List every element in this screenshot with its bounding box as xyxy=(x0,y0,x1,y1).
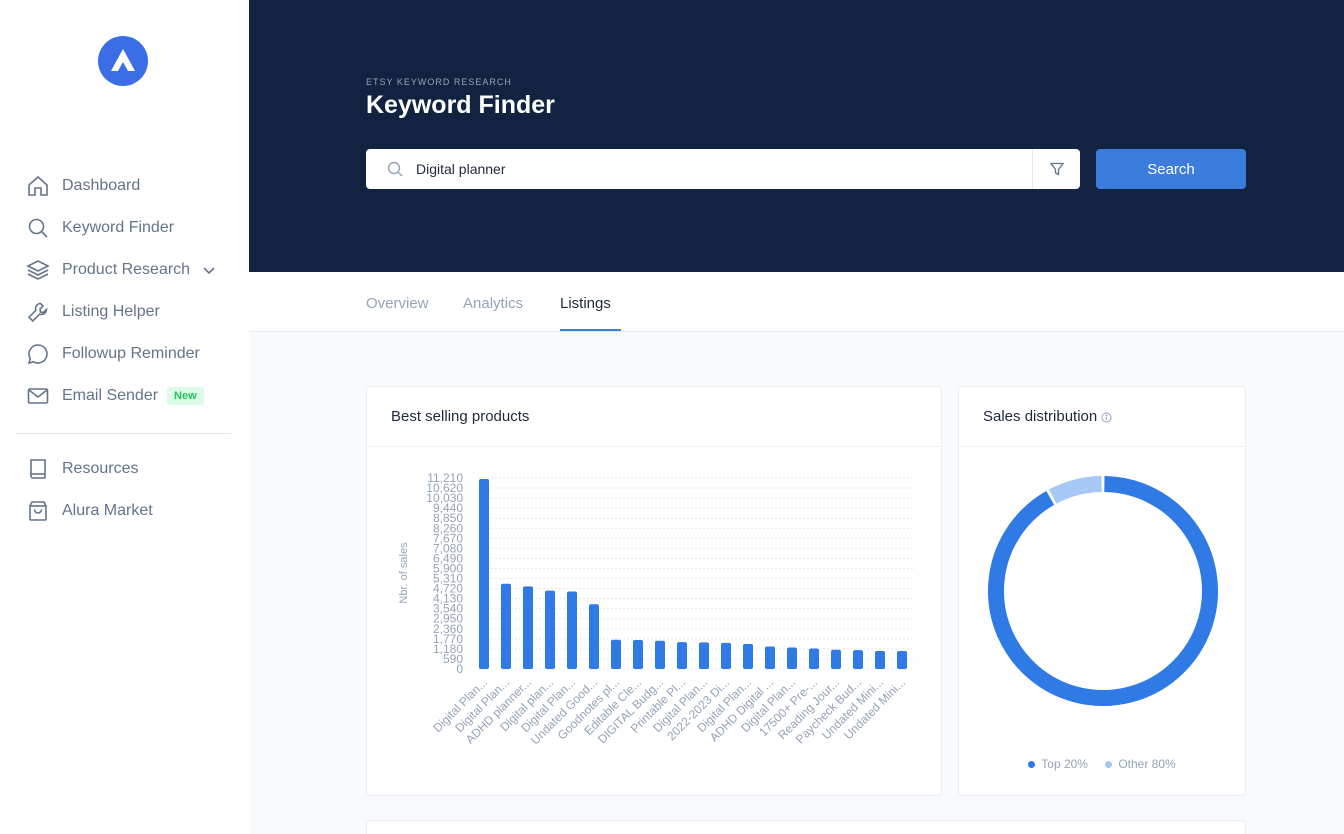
bar[interactable] xyxy=(787,647,797,669)
legend-item-top[interactable]: Top 20% xyxy=(1028,757,1088,771)
tab-overview[interactable]: Overview xyxy=(366,295,429,312)
app-logo[interactable] xyxy=(98,36,148,86)
search-box xyxy=(366,149,1080,189)
bar[interactable] xyxy=(677,642,687,669)
bar[interactable] xyxy=(809,648,819,669)
bar[interactable] xyxy=(633,640,643,669)
sidebar-item-product-research[interactable]: Product Research xyxy=(15,249,231,291)
bar[interactable] xyxy=(655,640,665,669)
sidebar-item-label: Followup Reminder xyxy=(62,345,200,362)
card-title: Best selling products xyxy=(391,408,530,425)
sidebar-item-dashboard[interactable]: Dashboard xyxy=(15,165,231,207)
search-input[interactable] xyxy=(416,161,1016,177)
legend-item-other[interactable]: Other 80% xyxy=(1105,757,1176,771)
sidebar-item-listing-helper[interactable]: Listing Helper xyxy=(15,291,231,333)
sidebar-item-label: Product Research xyxy=(62,261,191,278)
page-title: Keyword Finder xyxy=(366,91,555,119)
bottom-card xyxy=(366,820,1246,834)
bar[interactable] xyxy=(501,583,511,669)
tab-analytics[interactable]: Analytics xyxy=(463,295,523,312)
bar[interactable] xyxy=(589,604,599,669)
chevron-down-icon[interactable] xyxy=(202,263,216,277)
tab-listings[interactable]: Listings xyxy=(560,295,611,312)
page-header: ETSY KEYWORD RESEARCH Keyword Finder Sea… xyxy=(249,0,1344,272)
sidebar-item-email-sender[interactable]: Email Sender New xyxy=(15,375,231,417)
search-button[interactable]: Search xyxy=(1096,149,1246,189)
bar[interactable] xyxy=(831,649,841,669)
new-badge: New xyxy=(167,387,204,405)
logo-mark-icon xyxy=(111,49,135,71)
chat-icon xyxy=(26,342,50,366)
sidebar-item-label: Listing Helper xyxy=(62,303,160,320)
bar[interactable] xyxy=(853,650,863,669)
sidebar-item-followup-reminder[interactable]: Followup Reminder xyxy=(15,333,231,375)
best-selling-card: Best selling products 0 590 1,180 1,770 2,36… xyxy=(366,386,942,796)
bag-icon xyxy=(26,499,50,523)
sidebar-divider xyxy=(15,433,231,434)
bar[interactable] xyxy=(567,591,577,669)
bar[interactable] xyxy=(611,639,621,669)
bar[interactable] xyxy=(479,479,489,669)
sidebar-item-keyword-finder[interactable]: Keyword Finder xyxy=(15,207,231,249)
sidebar-item-alura-market[interactable]: Alura Market xyxy=(15,490,231,532)
bar[interactable] xyxy=(545,590,555,669)
bar[interactable] xyxy=(875,650,885,669)
info-icon[interactable] xyxy=(1101,412,1112,423)
sidebar-item-label: Dashboard xyxy=(62,177,141,194)
sidebar: Dashboard Keyword Finder Product Researc… xyxy=(0,0,249,834)
tabs-bar: Overview Analytics Listings xyxy=(249,272,1344,332)
filter-button[interactable] xyxy=(1032,149,1080,189)
card-title: Sales distribution xyxy=(983,408,1112,425)
y-axis-label: Nbr. of sales xyxy=(398,542,410,604)
sidebar-item-label: Alura Market xyxy=(62,502,153,519)
bar[interactable] xyxy=(523,586,533,669)
donut-slice[interactable] xyxy=(1048,476,1102,504)
page-eyebrow: ETSY KEYWORD RESEARCH xyxy=(366,77,512,87)
sidebar-item-label: Resources xyxy=(62,460,139,477)
active-tab-indicator xyxy=(560,329,621,331)
best-selling-chart: 05901,1801,7702,3602,9503,5404,1304,7205… xyxy=(398,471,913,747)
bar[interactable] xyxy=(699,642,709,669)
bar[interactable] xyxy=(743,643,753,669)
wrench-icon xyxy=(26,300,50,324)
layers-icon xyxy=(26,258,50,282)
home-icon xyxy=(26,174,50,198)
bar[interactable] xyxy=(897,650,907,669)
search-icon xyxy=(386,160,404,178)
sales-distribution-chart xyxy=(988,476,1218,706)
donut-slice[interactable] xyxy=(988,476,1218,706)
sidebar-item-label: Keyword Finder xyxy=(62,219,175,236)
sidebar-nav: Dashboard Keyword Finder Product Researc… xyxy=(15,165,231,532)
sales-distribution-card: Sales distribution Top 20% Other 80% xyxy=(958,386,1246,796)
sidebar-item-label: Email Sender xyxy=(62,387,159,404)
mail-icon xyxy=(26,384,50,408)
search-icon xyxy=(26,216,50,240)
bar[interactable] xyxy=(721,642,731,669)
y-tick-label: 11,210 xyxy=(427,471,463,485)
bar[interactable] xyxy=(765,646,775,669)
filter-icon xyxy=(1049,162,1064,176)
book-icon xyxy=(26,457,50,481)
sidebar-item-resources[interactable]: Resources xyxy=(15,448,231,490)
chart-legend: Top 20% Other 80% xyxy=(959,757,1245,771)
